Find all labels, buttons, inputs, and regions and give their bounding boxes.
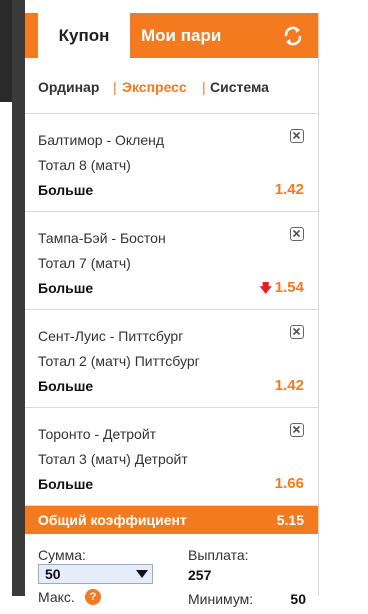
bet-match: Торонто - Детройт — [38, 426, 157, 442]
stake-select[interactable]: 50 — [38, 564, 153, 584]
payout-label: Выплата: — [188, 547, 249, 563]
min-stake-value: 50 — [290, 591, 306, 607]
stake-label: Сумма: — [38, 547, 86, 563]
chevron-down-icon — [136, 570, 148, 578]
close-icon[interactable] — [290, 227, 304, 241]
separator: | — [202, 79, 206, 95]
help-icon[interactable]: ? — [85, 589, 101, 605]
max-stake-link[interactable]: Макс. — [38, 589, 75, 605]
bet-match: Тампа-Бэй - Бостон — [38, 230, 166, 246]
bet-market: Тотал 3 (матч) Детройт — [38, 451, 188, 467]
bet-odds: 1.54 — [274, 279, 304, 296]
tab-my-bets[interactable]: Мои пари — [141, 13, 221, 58]
bet-item: Сент-Луис - Питтсбург Тотал 2 (матч) Пит… — [25, 310, 318, 408]
bet-match: Сент-Луис - Питтсбург — [38, 328, 184, 344]
bet-type-selector: Ординар | Экспресс | Система — [25, 58, 318, 114]
bet-outcome: Больше — [38, 476, 94, 492]
bet-type-express[interactable]: Экспресс — [122, 79, 187, 95]
bet-coupon: Купон Мои пари Ординар | Экспресс | Сист… — [25, 13, 319, 607]
background-strip — [0, 0, 12, 102]
background-page-right — [319, 0, 368, 596]
payout-value: 257 — [188, 567, 212, 583]
bet-item: Тампа-Бэй - Бостон Тотал 7 (матч) Больше… — [25, 212, 318, 310]
close-icon[interactable] — [290, 423, 304, 437]
bet-odds: 1.42 — [274, 181, 304, 198]
bet-type-system[interactable]: Система — [210, 79, 269, 95]
coupon-header: Купон Мои пари — [25, 13, 318, 58]
bet-outcome: Больше — [38, 280, 94, 296]
bet-market: Тотал 2 (матч) Питтсбург — [38, 353, 200, 369]
tab-coupon[interactable]: Купон — [38, 13, 130, 58]
close-icon[interactable] — [290, 129, 304, 143]
close-icon[interactable] — [290, 325, 304, 339]
bet-item: Торонто - Детройт Тотал 3 (матч) Детройт… — [25, 408, 318, 506]
total-odds-value: 5.15 — [276, 512, 304, 528]
min-stake-label: Минимум: — [188, 591, 254, 607]
bet-outcome: Больше — [38, 182, 94, 198]
total-odds-bar: Общий коэффициент 5.15 — [25, 506, 318, 534]
bet-type-single[interactable]: Ординар — [38, 79, 99, 95]
total-odds-label: Общий коэффициент — [38, 512, 187, 528]
background-panel — [12, 0, 25, 596]
bet-item: Балтимор - Окленд Тотал 8 (матч) Больше … — [25, 114, 318, 212]
stake-panel: Сумма: 50 Макс. ? Выплата: 257 Минимум: … — [25, 534, 318, 614]
bet-match: Балтимор - Окленд — [38, 132, 165, 148]
bet-odds: 1.42 — [274, 377, 304, 394]
stake-value: 50 — [45, 566, 61, 582]
bet-outcome: Больше — [38, 378, 94, 394]
separator: | — [113, 79, 117, 95]
refresh-icon[interactable] — [282, 25, 304, 47]
bet-market: Тотал 8 (матч) — [38, 157, 131, 173]
background-page — [0, 102, 12, 596]
bet-odds-wrapper: 🡇 1.54 — [259, 279, 304, 300]
bet-odds: 1.66 — [274, 475, 304, 492]
bet-market: Тотал 7 (матч) — [38, 255, 131, 271]
arrow-down-icon: 🡇 — [259, 281, 272, 295]
